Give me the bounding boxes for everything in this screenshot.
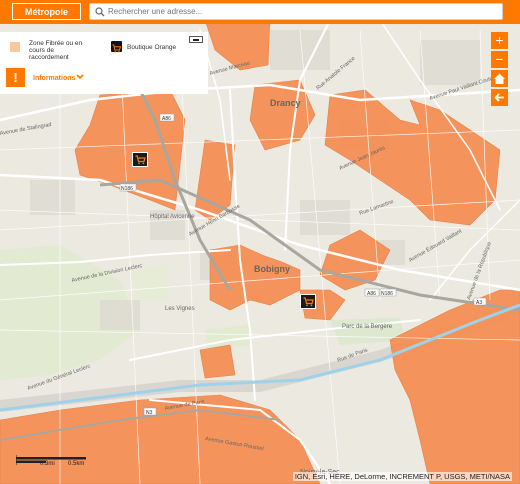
road-a3: A3 <box>476 300 482 306</box>
scale-label-mi: 0.3mi <box>40 461 55 467</box>
shop-marker[interactable] <box>132 152 148 167</box>
label-drancy: Drancy <box>270 98 301 108</box>
scale-label-km: 0.5km <box>68 461 85 467</box>
zoom-in-button[interactable]: + <box>491 32 508 49</box>
legend-collapse-button[interactable] <box>189 36 203 43</box>
label-bobigny: Bobigny <box>254 264 290 274</box>
zoom-out-button[interactable]: − <box>491 51 508 68</box>
exclamation-icon[interactable]: ! <box>6 68 25 87</box>
road-a86-b: A86 <box>367 291 376 297</box>
metropole-button[interactable]: Métropole <box>12 3 81 20</box>
search-box[interactable] <box>89 3 503 20</box>
scale-bar: 0.3mi 0.5km <box>15 452 128 472</box>
chevron-down-icon[interactable] <box>76 73 84 80</box>
shop-marker[interactable] <box>300 294 316 309</box>
top-bar: Métropole <box>0 0 520 24</box>
arrow-left-icon <box>494 93 504 102</box>
road-a86-a: A86 <box>162 116 171 122</box>
fiber-zone-label: Zone Fibrée ou en cours de raccordement <box>29 40 83 61</box>
fiber-zone-swatch <box>10 42 20 52</box>
home-button[interactable] <box>491 70 508 87</box>
shop-legend-label: Boutique Orange <box>127 44 177 51</box>
informations-link[interactable]: Informations <box>33 75 75 82</box>
road-n186-a: N186 <box>121 186 133 192</box>
shopping-cart-icon <box>135 155 146 165</box>
label-parc: Parc de la Bergère <box>342 324 393 330</box>
road-n3: N3 <box>146 410 153 416</box>
label-vignes: Les Vignes <box>165 306 195 312</box>
label-hopital: Hôpital Avicenne <box>150 214 195 220</box>
legend-panel: Zone Fibrée ou en cours de raccordement … <box>0 32 208 94</box>
map-attribution: IGN, Esri, HERE, DeLorme, INCREMENT P, U… <box>292 472 512 481</box>
search-input[interactable] <box>108 4 488 19</box>
shopping-cart-icon <box>303 297 314 307</box>
shopping-cart-icon <box>111 41 122 53</box>
home-icon <box>494 73 505 84</box>
road-n186-b: N186 <box>381 291 393 297</box>
back-button[interactable] <box>491 89 508 106</box>
search-icon <box>95 7 105 17</box>
